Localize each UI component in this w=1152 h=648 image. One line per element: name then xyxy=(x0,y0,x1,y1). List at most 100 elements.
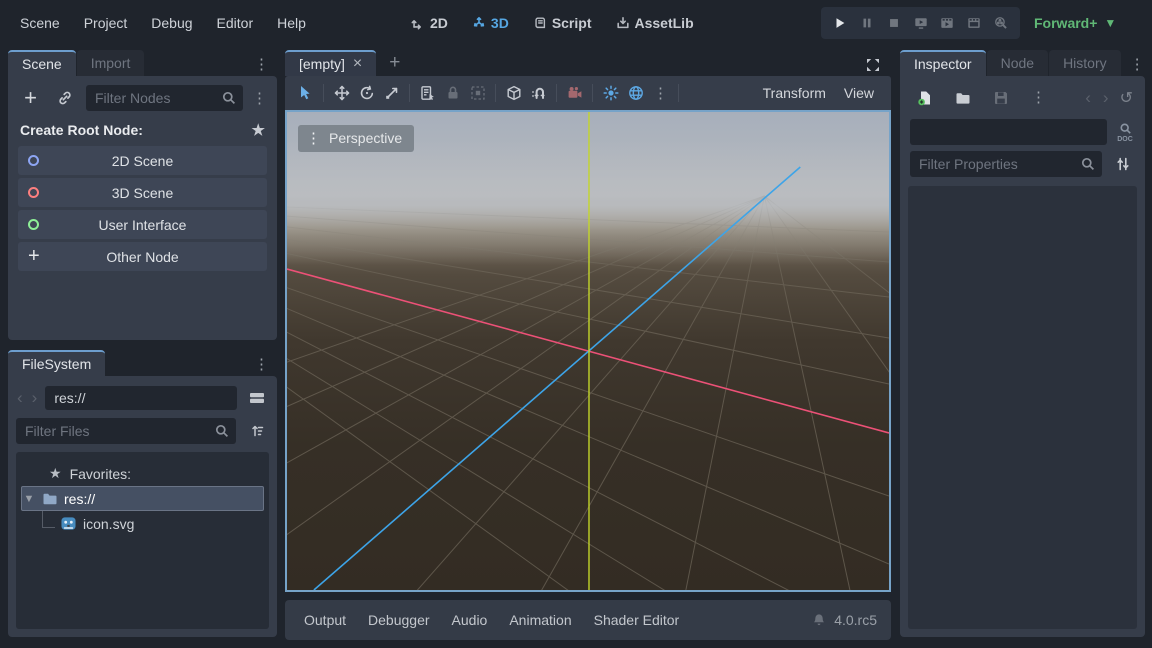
object-name-field[interactable] xyxy=(910,119,1107,145)
stop-button[interactable] xyxy=(882,11,906,35)
add-scene-tab-button[interactable]: + xyxy=(377,52,412,76)
pause-button[interactable] xyxy=(855,11,879,35)
link-scene-button[interactable] xyxy=(52,86,77,111)
inspector-menu-dots-icon[interactable]: ⋮ xyxy=(1122,57,1152,72)
object-history-icon[interactable]: ↺ xyxy=(1120,88,1133,108)
notification-bell-icon[interactable] xyxy=(812,613,826,627)
scene-dock-menu-dots-icon[interactable]: ⋮ xyxy=(246,57,277,72)
view-menu[interactable]: View xyxy=(835,81,883,105)
play-scene-icon xyxy=(940,16,954,30)
back-icon[interactable]: ‹ xyxy=(16,389,24,406)
renderer-selector[interactable]: Forward+ ▼ xyxy=(1034,0,1116,46)
current-path-input[interactable] xyxy=(45,386,237,410)
bottom-tab-animation[interactable]: Animation xyxy=(498,607,582,633)
menu-debug[interactable]: Debug xyxy=(139,10,204,36)
menu-editor[interactable]: Editor xyxy=(205,10,266,36)
filesystem-body: ‹ › ★ Favorites: xyxy=(8,376,277,637)
move-tool-button[interactable] xyxy=(329,81,354,106)
rotate-tool-button[interactable] xyxy=(354,81,379,106)
scene-tab-empty[interactable]: [empty] × xyxy=(285,50,376,76)
tab-import[interactable]: Import xyxy=(77,50,145,76)
movie-maker-button[interactable] xyxy=(989,11,1013,35)
snap-button[interactable] xyxy=(526,81,551,106)
menu-help[interactable]: Help xyxy=(265,10,318,36)
scene-tab-bar: [empty] × + xyxy=(285,48,891,76)
filter-tune-button[interactable] xyxy=(1110,152,1135,177)
play-button[interactable] xyxy=(828,11,852,35)
viewport-toolbar: ⋮ Transform View xyxy=(285,76,891,110)
play-custom-scene-button[interactable] xyxy=(962,11,986,35)
scale-tool-button[interactable] xyxy=(379,81,404,106)
workspace-script[interactable]: Script xyxy=(526,11,599,35)
filesystem-menu-dots-icon[interactable]: ⋮ xyxy=(246,357,277,372)
play-scene-button[interactable] xyxy=(935,11,959,35)
lock-button[interactable] xyxy=(440,81,465,106)
workspace-assetlib[interactable]: AssetLib xyxy=(609,11,701,35)
menu-project[interactable]: Project xyxy=(72,10,140,36)
caret-down-icon[interactable]: ▼ xyxy=(22,493,36,505)
tab-history[interactable]: History xyxy=(1049,50,1121,76)
favorites-row[interactable]: ★ Favorites: xyxy=(21,461,264,486)
remote-play-button[interactable] xyxy=(909,11,933,35)
3d-viewport[interactable]: ⋮ Perspective xyxy=(285,110,891,592)
drag-dots-icon: ⋮ xyxy=(306,131,321,146)
workspace-2d[interactable]: 2D xyxy=(404,11,455,35)
filter-nodes-input[interactable] xyxy=(86,85,243,111)
sort-files-button[interactable] xyxy=(244,419,269,444)
select-tool-button[interactable] xyxy=(293,81,318,106)
expand-icon[interactable] xyxy=(855,57,891,73)
stop-icon xyxy=(890,19,898,27)
cube-gizmo-button[interactable] xyxy=(501,81,526,106)
favorite-star-icon[interactable]: ★ xyxy=(252,121,265,139)
preview-camera-button[interactable] xyxy=(562,81,587,106)
projection-selector[interactable]: ⋮ Perspective xyxy=(298,125,414,152)
res-root-row[interactable]: ▼ res:// xyxy=(21,486,264,511)
doc-search-icon[interactable]: DOC xyxy=(1115,122,1135,143)
scene-dock-toolbar: + ⋮ xyxy=(8,76,277,118)
create-other-node-button[interactable]: + Other Node xyxy=(18,242,267,271)
tab-scene[interactable]: Scene xyxy=(8,50,76,76)
create-2d-scene-button[interactable]: 2D Scene xyxy=(18,146,267,175)
add-node-button[interactable]: + xyxy=(18,86,43,111)
close-icon[interactable]: × xyxy=(353,55,362,73)
tab-filesystem[interactable]: FileSystem xyxy=(8,350,105,376)
tab-node[interactable]: Node xyxy=(987,50,1048,76)
create-3d-scene-button[interactable]: 3D Scene xyxy=(18,178,267,207)
icon-svg-row[interactable]: icon.svg xyxy=(21,511,264,536)
preview-environment-button[interactable] xyxy=(623,81,648,106)
create-root-node-header: Create Root Node: ★ xyxy=(8,118,277,146)
select-list-button[interactable] xyxy=(415,81,440,106)
bottom-tab-shader-editor[interactable]: Shader Editor xyxy=(583,607,691,633)
load-resource-button[interactable] xyxy=(950,85,975,110)
filter-files-search xyxy=(16,418,236,444)
history-forward-icon[interactable]: › xyxy=(1102,89,1110,106)
forward-icon[interactable]: › xyxy=(31,389,39,406)
resource-menu-dots[interactable]: ⋮ xyxy=(1026,85,1051,110)
filter-tune-icon xyxy=(1115,156,1131,172)
bottom-tab-debugger[interactable]: Debugger xyxy=(357,607,441,633)
filter-menu-dots-icon[interactable]: ⋮ xyxy=(252,91,267,106)
filesystem-filter-row xyxy=(8,413,277,447)
bottom-tab-audio[interactable]: Audio xyxy=(441,607,499,633)
filter-properties-input[interactable] xyxy=(910,151,1102,177)
bottom-tab-output[interactable]: Output xyxy=(293,607,357,633)
play-custom-scene-icon xyxy=(967,16,981,30)
chevron-down-icon: ▼ xyxy=(1104,16,1116,30)
folder-icon xyxy=(42,491,58,507)
create-user-interface-button[interactable]: User Interface xyxy=(18,210,267,239)
group-button[interactable] xyxy=(465,81,490,106)
tab-inspector[interactable]: Inspector xyxy=(900,50,986,76)
menu-scene[interactable]: Scene xyxy=(8,10,72,36)
inspector-dock: Inspector Node History ⋮ ⋮ ‹ › ↺ xyxy=(900,48,1145,637)
preview-sunlight-button[interactable] xyxy=(598,81,623,106)
menubar: Scene Project Debug Editor Help xyxy=(8,0,318,46)
transform-menu[interactable]: Transform xyxy=(754,81,835,105)
history-back-icon[interactable]: ‹ xyxy=(1084,89,1092,106)
split-view-button[interactable] xyxy=(244,385,269,410)
save-resource-button[interactable] xyxy=(988,85,1013,110)
new-resource-button[interactable] xyxy=(912,85,937,110)
filter-files-input[interactable] xyxy=(16,418,236,444)
preview-menu-dots[interactable]: ⋮ xyxy=(648,81,673,106)
workspace-3d[interactable]: 3D xyxy=(465,11,516,35)
scene-dock-body: + ⋮ Create Root Node: ★ 2D Scene 3D Scen… xyxy=(8,76,277,340)
